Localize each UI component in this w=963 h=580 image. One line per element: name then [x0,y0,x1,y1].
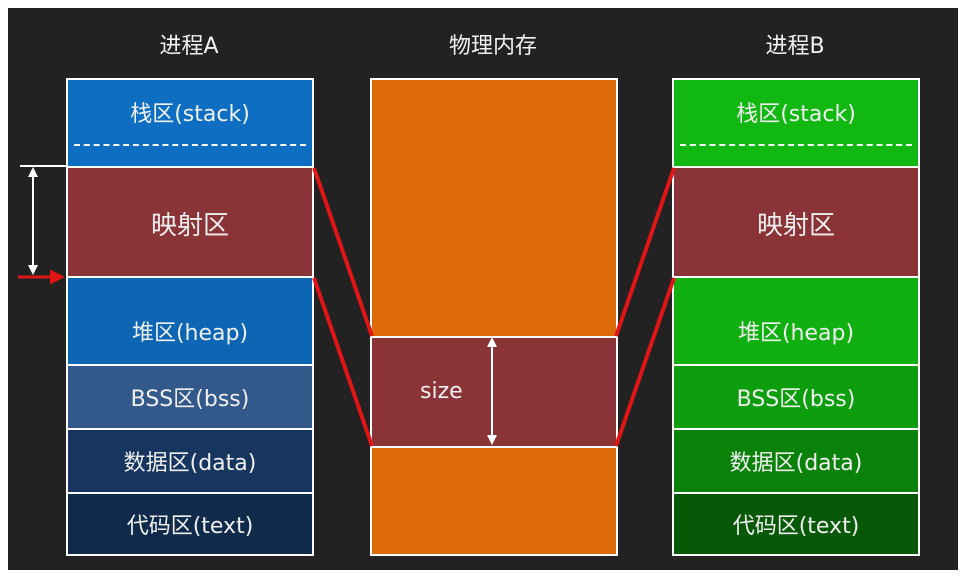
diagram-stage: 进程A 物理内存 进程B 栈区(stack) 映射区 堆区(heap) BSS区… [0,0,963,580]
physical-shared-bottom-border [372,446,616,448]
process-a-stack-growth-space [68,144,312,168]
process-b-title: 进程B [765,34,825,59]
process-b-heap-label: 堆区(heap) [737,321,855,346]
process-a-text-label: 代码区(text) [126,514,254,539]
process-b-heap-segment: 堆区(heap) [674,298,918,364]
physical-memory-title: 物理内存 [448,34,537,59]
process-a-data-segment: 数据区(data) [68,430,312,492]
process-a-heap-growth-space [68,278,312,298]
process-a-heap-label: 堆区(heap) [131,321,249,346]
process-b-bss-label: BSS区(bss) [736,387,856,412]
process-a-mapping-label: 映射区 [150,210,229,241]
process-b-text-label: 代码区(text) [732,514,860,539]
physical-memory-block: size [370,78,618,556]
process-a-stack-boundary [74,144,306,146]
process-b-mapping-label: 映射区 [756,210,835,241]
process-b-mapping-top-border [674,166,918,168]
process-b-heap-growth-space [674,278,918,298]
shared-size-label: size [420,378,463,404]
process-a-text-segment: 代码区(text) [68,494,312,554]
process-b-stack-growth-space [674,144,918,168]
process-b-mapping-bottom-border [674,276,918,278]
physical-shared-top-border [372,336,616,338]
process-a-bss-segment: BSS区(bss) [68,366,312,428]
process-a-heap-segment: 堆区(heap) [68,298,312,364]
process-b-data-segment: 数据区(data) [674,430,918,492]
process-b-stack-segment: 栈区(stack) [674,80,918,144]
process-a-data-label: 数据区(data) [123,451,257,476]
process-b-bss-segment: BSS区(bss) [674,366,918,428]
process-a-mapping-bottom-border [68,276,312,278]
process-a-mapping-top-border [68,166,312,168]
process-a-mapping-segment: 映射区 [68,168,312,278]
process-b-data-label: 数据区(data) [729,451,863,476]
process-b-stack-boundary [680,144,912,146]
process-b-memory-block: 栈区(stack) 映射区 堆区(heap) BSS区(bss) 数据区(dat… [672,78,920,556]
process-b-mapping-segment: 映射区 [674,168,918,278]
process-b-text-segment: 代码区(text) [674,494,918,554]
process-a-bss-label: BSS区(bss) [130,387,250,412]
process-a-memory-block: 栈区(stack) 映射区 堆区(heap) BSS区(bss) 数据区(dat… [66,78,314,556]
process-a-title: 进程A [159,34,219,59]
process-a-stack-segment: 栈区(stack) [68,80,312,144]
physical-shared-segment: size [372,336,616,446]
process-a-stack-label: 栈区(stack) [130,102,250,127]
process-b-stack-label: 栈区(stack) [736,102,856,127]
